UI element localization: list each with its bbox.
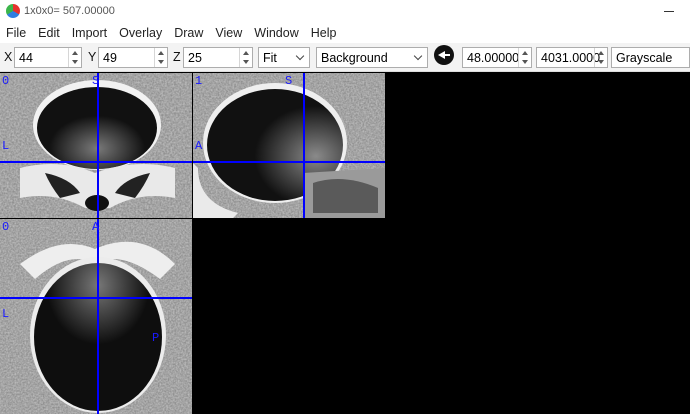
chevron-down-icon — [295, 52, 305, 62]
orientation-label-top: A — [92, 220, 100, 234]
panel-index-label: 0 — [2, 220, 10, 234]
z-value: 25 — [188, 51, 202, 65]
menu-draw[interactable]: Draw — [168, 26, 209, 40]
z-label: Z — [173, 50, 181, 64]
previous-arrow-icon[interactable] — [434, 45, 454, 65]
panel-index-label: 1 — [195, 74, 203, 88]
layer-select[interactable]: Background — [316, 47, 428, 68]
coronal-view[interactable]: 0 S L — [0, 73, 192, 218]
orientation-label-top: S — [285, 74, 293, 88]
menu-help[interactable]: Help — [305, 26, 343, 40]
menu-view[interactable]: View — [209, 26, 248, 40]
spin-arrows-icon[interactable] — [68, 48, 81, 67]
app-logo-icon — [6, 4, 20, 18]
menu-window[interactable]: Window — [248, 26, 304, 40]
menu-bar: File Edit Import Overlay Draw View Windo… — [0, 22, 690, 43]
max-value: 4031.0000 — [541, 51, 601, 65]
max-intensity-spinbox[interactable]: 4031.0000 — [536, 47, 608, 68]
min-value: 48.00000 — [467, 51, 520, 65]
crosshair-vertical — [303, 73, 305, 218]
sagittal-view[interactable]: 1 S A — [193, 73, 385, 218]
spin-arrows-icon[interactable] — [594, 48, 607, 67]
toolbar: X 44 Y 49 Z 25 Fit Background 48.00000 4… — [0, 43, 690, 72]
zoom-value: Fit — [263, 51, 277, 65]
chevron-down-icon — [413, 52, 423, 62]
x-value: 44 — [19, 51, 33, 65]
menu-import[interactable]: Import — [66, 26, 113, 40]
coronal-slice-image — [0, 73, 192, 218]
z-coordinate-spinbox[interactable]: 25 — [183, 47, 253, 68]
crosshair-horizontal — [0, 161, 192, 163]
minimize-icon[interactable] — [662, 4, 676, 18]
y-label: Y — [88, 50, 97, 64]
axial-slice-image — [0, 219, 192, 414]
menu-overlay[interactable]: Overlay — [113, 26, 168, 40]
y-value: 49 — [103, 51, 117, 65]
image-viewer[interactable]: 0 S L 1 S A 0 A L P — [0, 73, 690, 414]
spin-arrows-icon[interactable] — [239, 48, 252, 67]
panel-index-label: 0 — [2, 74, 10, 88]
colormap-select[interactable]: Grayscale — [611, 47, 690, 68]
menu-file[interactable]: File — [0, 26, 32, 40]
spin-arrows-icon[interactable] — [518, 48, 531, 67]
crosshair-vertical — [97, 219, 99, 414]
crosshair-vertical — [97, 73, 99, 218]
title-bar: 1x0x0= 507.00000 — [0, 0, 690, 22]
crosshair-horizontal — [193, 161, 385, 163]
x-coordinate-spinbox[interactable]: 44 — [14, 47, 82, 68]
orientation-label-left: L — [2, 307, 10, 321]
orientation-label-top: S — [92, 74, 100, 88]
axial-view[interactable]: 0 A L P — [0, 219, 192, 414]
orientation-label-left: L — [2, 139, 10, 153]
layer-value: Background — [321, 51, 388, 65]
min-intensity-spinbox[interactable]: 48.00000 — [462, 47, 532, 68]
zoom-select[interactable]: Fit — [258, 47, 310, 68]
sagittal-slice-image — [193, 73, 385, 218]
colormap-value: Grayscale — [616, 51, 673, 65]
x-label: X — [4, 50, 13, 64]
window-title: 1x0x0= 507.00000 — [24, 5, 115, 17]
orientation-label-left: A — [195, 139, 203, 153]
crosshair-horizontal — [0, 297, 192, 299]
menu-edit[interactable]: Edit — [32, 26, 66, 40]
y-coordinate-spinbox[interactable]: 49 — [98, 47, 168, 68]
orientation-label-right: P — [152, 331, 160, 345]
spin-arrows-icon[interactable] — [154, 48, 167, 67]
